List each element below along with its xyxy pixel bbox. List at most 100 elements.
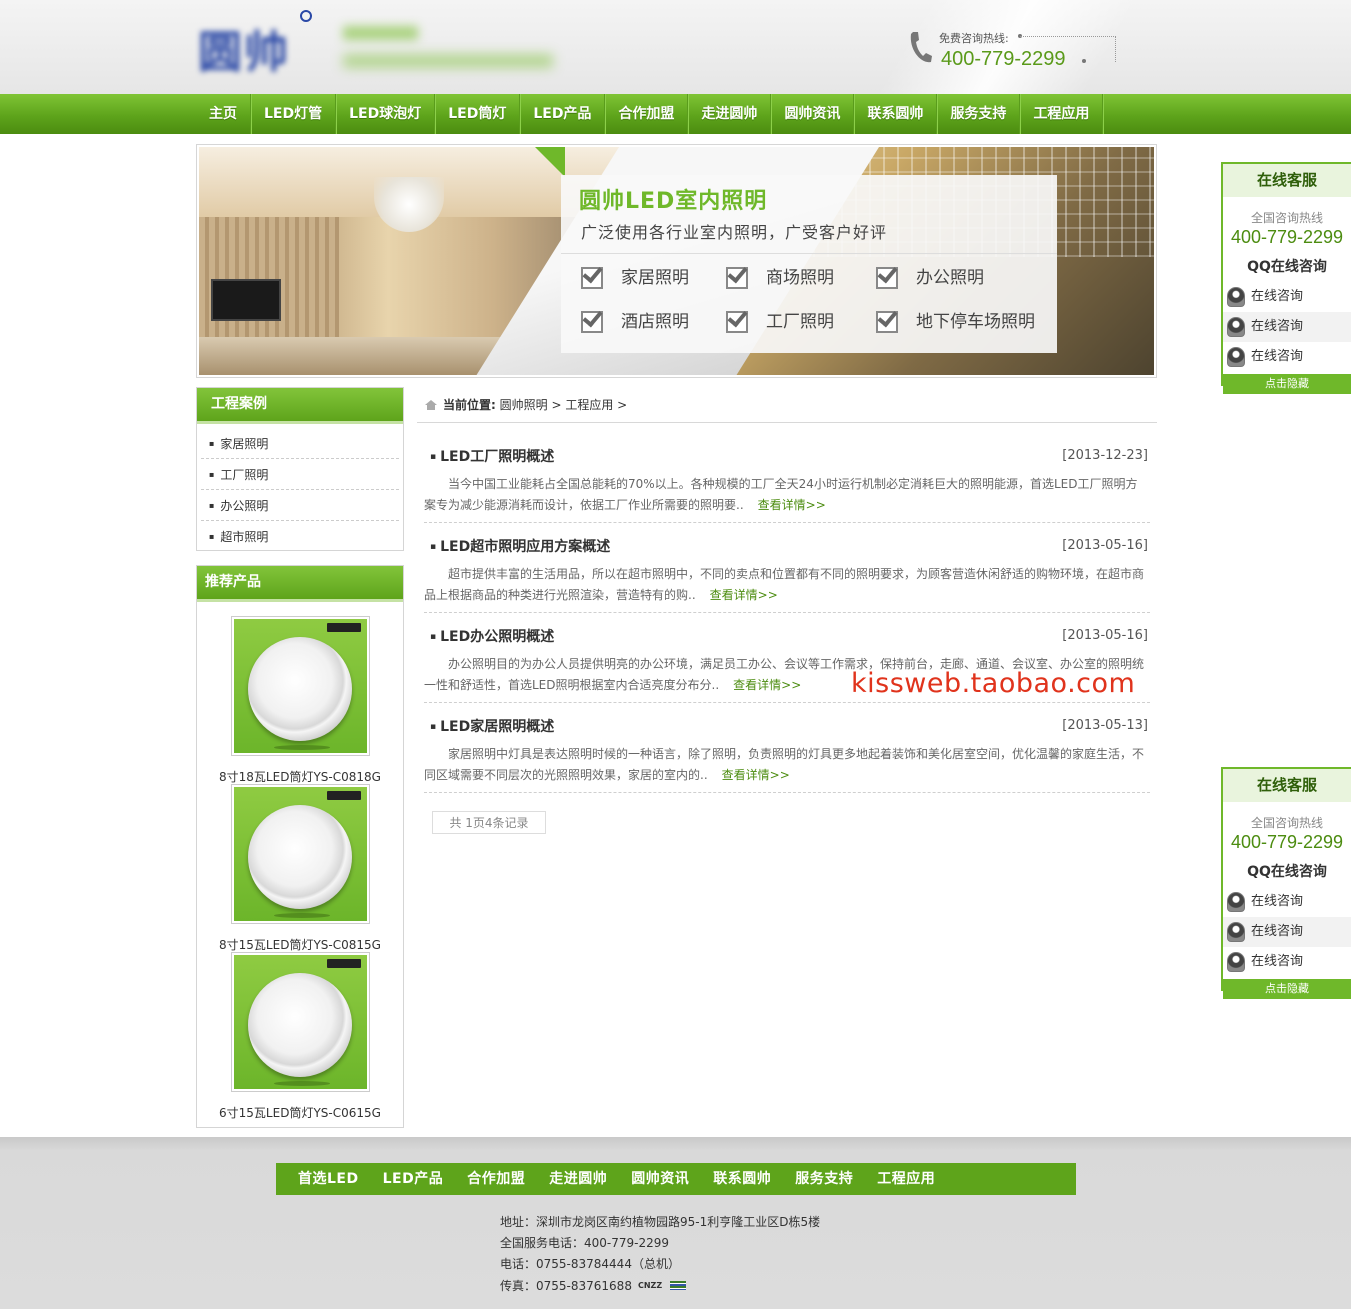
qq-consult-button[interactable]: 在线咨询 bbox=[1223, 342, 1351, 372]
nav-item-4[interactable]: LED产品 bbox=[520, 94, 606, 134]
product-name[interactable]: 8寸18瓦LED筒灯YS-C0818G bbox=[197, 768, 403, 785]
brand-tag bbox=[326, 959, 361, 968]
product-name[interactable]: 8寸15瓦LED筒灯YS-C0815G bbox=[197, 936, 403, 953]
hide-panel-button[interactable]: 点击隐藏 bbox=[1223, 979, 1351, 999]
footer-nav-link[interactable]: 合作加盟 bbox=[467, 1163, 525, 1195]
cnzz-badge[interactable]: CNZZ bbox=[638, 1275, 662, 1296]
article-date: [2013-12-23] bbox=[1062, 448, 1148, 463]
qq-consult-label: 在线咨询 bbox=[1251, 894, 1304, 909]
qq-icon bbox=[1227, 287, 1245, 307]
qq-icon bbox=[1227, 347, 1245, 367]
product-name[interactable]: 6寸15瓦LED筒灯YS-C0615G bbox=[197, 1104, 403, 1121]
service-hotline-label: 全国咨询热线 bbox=[1250, 211, 1323, 225]
home-icon bbox=[425, 400, 437, 410]
hotline-label: 免费咨询热线: bbox=[939, 32, 1009, 45]
footer-nav-link[interactable]: 走进圆帅 bbox=[549, 1163, 607, 1195]
qq-consult-button[interactable]: 在线咨询 bbox=[1223, 917, 1351, 947]
case-link[interactable]: 办公照明 bbox=[201, 490, 399, 521]
qq-icon bbox=[1227, 892, 1245, 912]
footer-nav-link[interactable]: 联系圆帅 bbox=[713, 1163, 771, 1195]
banner-feature-label: 办公照明 bbox=[916, 267, 984, 288]
article-date: [2013-05-16] bbox=[1062, 628, 1148, 643]
qq-consult-label: 在线咨询 bbox=[1251, 289, 1304, 304]
qq-icon bbox=[1227, 922, 1245, 942]
qq-consult-button[interactable]: 在线咨询 bbox=[1223, 947, 1351, 977]
article-title[interactable]: LED工厂照明概述 bbox=[430, 446, 554, 466]
hotline-number: 400-779-2299 bbox=[941, 48, 1066, 70]
nav-item-5[interactable]: 合作加盟 bbox=[605, 94, 689, 134]
article-title[interactable]: LED家居照明概述 bbox=[430, 716, 554, 736]
qq-consult-label: 在线咨询 bbox=[1251, 924, 1304, 939]
footer-nav-link[interactable]: 首选LED bbox=[298, 1163, 359, 1195]
footer-phone: 电话：0755-83784444（总机） bbox=[500, 1257, 680, 1271]
qq-consult-title: QQ在线咨询 bbox=[1247, 259, 1327, 275]
nav-item-10[interactable]: 工程应用 bbox=[1020, 94, 1104, 134]
footer-fax: 传真：0755-83761688 bbox=[500, 1279, 632, 1293]
footer-nav-link[interactable]: 服务支持 bbox=[795, 1163, 853, 1195]
banner-feature: 地下停车场照明 bbox=[876, 307, 1051, 333]
product-card[interactable]: 8寸18瓦LED筒灯YS-C0818G bbox=[197, 616, 403, 785]
banner-feature: 工厂照明 bbox=[726, 307, 876, 333]
service-title: 在线客服 bbox=[1223, 769, 1351, 802]
checkmark-icon bbox=[581, 308, 605, 333]
qq-consult-button[interactable]: 在线咨询 bbox=[1223, 312, 1351, 342]
footer-address: 地址：深圳市龙岗区南约植物园路95-1利亨隆工业区D栋5楼 bbox=[500, 1215, 821, 1229]
online-service-panel: 在线客服 全国咨询热线 400-779-2299 QQ在线咨询 在线咨询 在线咨询 在线咨询… bbox=[1221, 162, 1351, 394]
article-date: [2013-05-16] bbox=[1062, 538, 1148, 553]
banner-subtitle: 广泛使用各行业室内照明，广受客户好评 bbox=[581, 223, 888, 242]
case-link[interactable]: 超市照明 bbox=[201, 521, 399, 552]
flag-icon[interactable] bbox=[670, 1281, 687, 1290]
logo-slogan-blurred bbox=[343, 26, 418, 40]
hero-banner[interactable]: 圆帅LED室内照明 广泛使用各行业室内照明，广受客户好评 家居照明 商场照明 办公照… bbox=[196, 144, 1157, 378]
qq-consult-button[interactable]: 在线咨询 bbox=[1223, 282, 1351, 312]
read-more-link[interactable]: 查看详情>> bbox=[758, 498, 826, 512]
online-service-panel-2: 在线客服 全国咨询热线 400-779-2299 QQ在线咨询 在线咨询 在线咨询 在线咨询… bbox=[1221, 767, 1351, 999]
footer-nav-link[interactable]: 圆帅资讯 bbox=[631, 1163, 689, 1195]
brand-tag bbox=[326, 791, 361, 800]
nav-item-2[interactable]: LED球泡灯 bbox=[336, 94, 436, 134]
case-link[interactable]: 家居照明 bbox=[201, 428, 399, 459]
article-title[interactable]: LED超市照明应用方案概述 bbox=[430, 536, 610, 556]
footer-nav-link[interactable]: LED产品 bbox=[383, 1163, 444, 1195]
nav-item-0[interactable]: 主页 bbox=[196, 94, 251, 134]
nav-item-3[interactable]: LED筒灯 bbox=[435, 94, 521, 134]
banner-title: 圆帅LED室内照明 bbox=[579, 189, 768, 214]
read-more-link[interactable]: 查看详情>> bbox=[722, 768, 790, 782]
hide-panel-button[interactable]: 点击隐藏 bbox=[1223, 374, 1351, 394]
product-card[interactable]: 8寸15瓦LED筒灯YS-C0815G bbox=[197, 784, 403, 953]
watermark: kissweb.taobao.com bbox=[851, 668, 1136, 699]
read-more-link[interactable]: 查看详情>> bbox=[710, 588, 778, 602]
nav-item-7[interactable]: 圆帅资讯 bbox=[771, 94, 855, 134]
product-image[interactable] bbox=[230, 616, 370, 756]
checkmark-icon bbox=[876, 264, 900, 289]
site-logo[interactable]: 圆帅 bbox=[198, 10, 578, 78]
brand-tag bbox=[326, 623, 361, 632]
nav-item-1[interactable]: LED灯管 bbox=[251, 94, 337, 134]
breadcrumb: 当前位置: 圆帅照明 > 工程应用 > bbox=[417, 387, 1157, 423]
nav-item-6[interactable]: 走进圆帅 bbox=[688, 94, 772, 134]
article-item: LED超市照明应用方案概述 [2013-05-16] 超市提供丰富的生活用品，所以在… bbox=[424, 523, 1150, 613]
footer-info: 地址：深圳市龙岗区南约植物园路95-1利亨隆工业区D栋5楼 全国服务电话：400… bbox=[500, 1212, 820, 1297]
article-summary: 超市提供丰富的生活用品，所以在超市照明中，不同的卖点和位置都有不同的照明要求，为… bbox=[424, 564, 1146, 606]
site-header: 圆帅 免费咨询热线: 400-779-2299 bbox=[0, 0, 1351, 94]
article-summary-text: 超市提供丰富的生活用品，所以在超市照明中，不同的卖点和位置都有不同的照明要求，为… bbox=[424, 567, 1145, 602]
qq-consult-button[interactable]: 在线咨询 bbox=[1223, 887, 1351, 917]
nav-item-9[interactable]: 服务支持 bbox=[937, 94, 1021, 134]
qq-consult-label: 在线咨询 bbox=[1251, 319, 1304, 334]
read-more-link[interactable]: 查看详情>> bbox=[733, 678, 801, 692]
product-image[interactable] bbox=[230, 952, 370, 1092]
footer-fax-row: 传真：0755-83761688 CNZZ bbox=[500, 1275, 820, 1297]
nav-item-8[interactable]: 联系圆帅 bbox=[854, 94, 938, 134]
breadcrumb-path[interactable]: 圆帅照明 > 工程应用 > bbox=[500, 398, 628, 412]
article-item: LED工厂照明概述 [2013-12-23] 当今中国工业能耗占全国总能耗的70%以… bbox=[424, 433, 1150, 523]
case-sidebar: 工程案例 家居照明工厂照明办公照明超市照明 bbox=[196, 387, 404, 551]
banner-feature: 办公照明 bbox=[876, 263, 1051, 289]
product-card[interactable]: 6寸15瓦LED筒灯YS-C0615G bbox=[197, 952, 403, 1121]
case-link[interactable]: 工厂照明 bbox=[201, 459, 399, 490]
article-title[interactable]: LED办公照明概述 bbox=[430, 626, 554, 646]
banner-feature-label: 酒店照明 bbox=[621, 311, 689, 332]
product-image[interactable] bbox=[230, 784, 370, 924]
footer-nav-link[interactable]: 工程应用 bbox=[877, 1163, 935, 1195]
banner-feature-label: 商场照明 bbox=[766, 267, 834, 288]
article-list: LED工厂照明概述 [2013-12-23] 当今中国工业能耗占全国总能耗的70%以… bbox=[424, 433, 1150, 793]
